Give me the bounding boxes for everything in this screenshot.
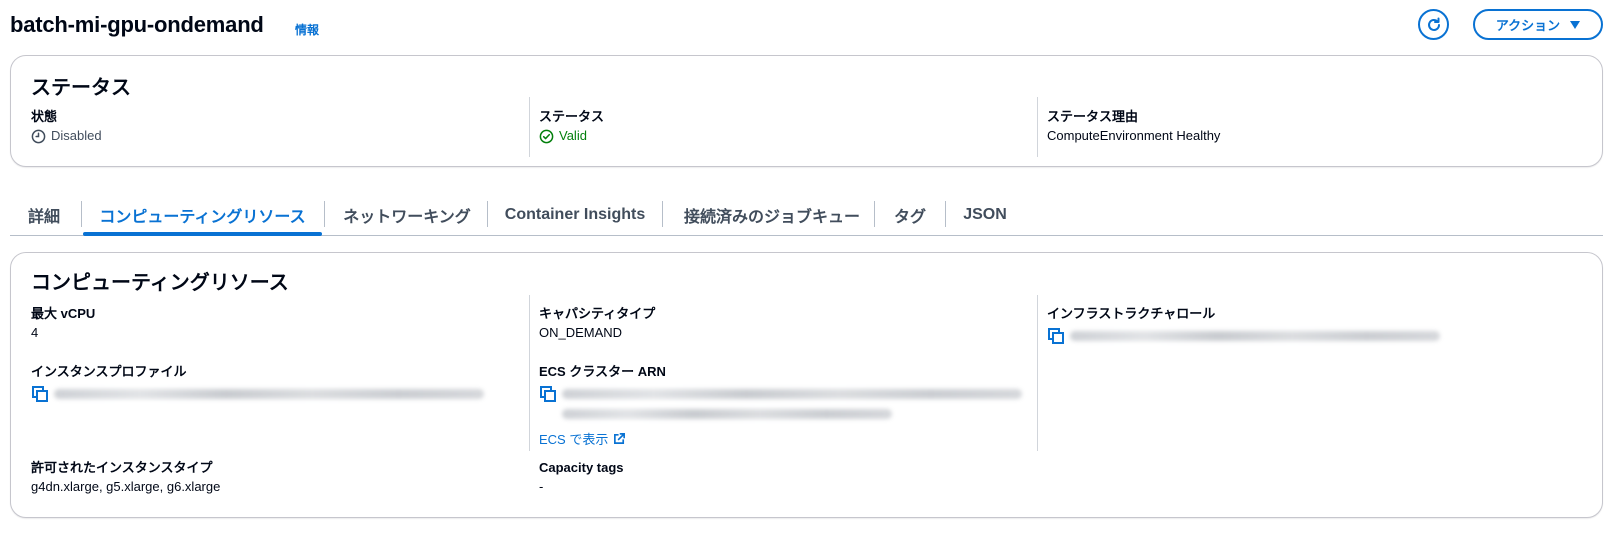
max-vcpu-label: 最大 vCPU [31, 306, 96, 321]
status-panel-title: ステータス [31, 77, 131, 99]
tab-separator [324, 201, 325, 227]
tab-networking[interactable]: ネットワーキング [328, 194, 486, 235]
clock-icon [31, 129, 46, 143]
tab-tags[interactable]: タグ [882, 194, 938, 235]
max-vcpu-value: 4 [31, 325, 39, 340]
tab-separator [487, 201, 488, 227]
redacted-ecs-cluster-arn [562, 385, 1022, 419]
instance-profile-label: インスタンスプロファイル [31, 364, 187, 379]
refresh-icon [1427, 17, 1440, 31]
status-reason-field: ステータス理由 ComputeEnvironment Healthy [1047, 108, 1220, 146]
check-circle-icon [539, 129, 554, 143]
tab-separator [81, 201, 82, 227]
tab-compute-resources[interactable]: コンピューティングリソース [83, 194, 322, 236]
state-field: 状態 Disabled [31, 108, 102, 146]
infrastructure-role-field: インフラストラクチャロール [1047, 305, 1440, 345]
infrastructure-role-label: インフラストラクチャロール [1047, 306, 1216, 321]
tab-bar: 詳細 コンピューティングリソース ネットワーキング Container Insi… [10, 194, 1603, 236]
ecs-cluster-arn-label: ECS クラスター ARN [539, 364, 666, 379]
infrastructure-role-value-row [1047, 327, 1440, 345]
view-in-ecs-label: ECS で表示 [539, 432, 609, 447]
actions-dropdown-button[interactable]: アクション [1473, 9, 1603, 40]
tab-separator [874, 201, 875, 227]
compute-divider-1 [529, 295, 530, 451]
info-link[interactable]: 情報 [295, 21, 319, 38]
capacity-type-label: キャパシティタイプ [539, 306, 656, 321]
tab-json[interactable]: JSON [954, 194, 1016, 235]
state-value-row: Disabled [31, 126, 102, 146]
page-header: batch-mi-gpu-ondemand 情報 アクション [10, 8, 1603, 42]
status-reason-value: ComputeEnvironment Healthy [1047, 128, 1221, 143]
caret-down-icon [1570, 20, 1581, 29]
tab-connected-job-queues[interactable]: 接続済みのジョブキュー [670, 194, 874, 235]
instance-profile-value-row [31, 385, 484, 403]
copy-icon[interactable] [1047, 327, 1065, 345]
status-divider-2 [1037, 97, 1038, 157]
status-value-row: Valid [539, 126, 604, 146]
allowed-instance-types-field: 許可されたインスタンスタイプ g4dn.xlarge, g5.xlarge, g… [31, 459, 220, 497]
view-in-ecs-link[interactable]: ECS で表示 [539, 429, 1029, 448]
state-value: Disabled [51, 128, 102, 143]
status-divider-1 [529, 97, 530, 157]
compute-resources-panel: コンピューティングリソース 最大 vCPU 4 インスタンスプロファイル 許可さ… [10, 252, 1603, 518]
instance-profile-field: インスタンスプロファイル [31, 363, 484, 403]
status-panel: ステータス 状態 Disabled ステータス Valid ステータス理由 Co… [10, 55, 1603, 167]
allowed-instance-types-label: 許可されたインスタンスタイプ [31, 460, 213, 475]
state-label: 状態 [31, 109, 58, 124]
status-reason-label: ステータス理由 [1047, 109, 1139, 124]
capacity-tags-field: Capacity tags - [539, 459, 624, 497]
capacity-type-field: キャパシティタイプ ON_DEMAND [539, 305, 655, 343]
compute-divider-2 [1037, 295, 1038, 451]
tab-separator [945, 201, 946, 227]
ecs-cluster-arn-field: ECS クラスター ARN ECS で表示 [539, 363, 1029, 448]
capacity-type-value: ON_DEMAND [539, 325, 623, 340]
status-label: ステータス [539, 109, 605, 124]
capacity-tags-label: Capacity tags [539, 460, 624, 475]
actions-label: アクション [1495, 18, 1561, 33]
ecs-cluster-arn-value-row [539, 385, 1029, 419]
tab-separator [662, 201, 663, 227]
copy-icon[interactable] [31, 385, 49, 403]
allowed-instance-types-value: g4dn.xlarge, g5.xlarge, g6.xlarge [31, 479, 221, 494]
max-vcpu-field: 最大 vCPU 4 [31, 305, 95, 343]
page-title: batch-mi-gpu-ondemand [10, 12, 264, 37]
external-link-icon [614, 433, 626, 444]
redacted-infrastructure-role-arn [1070, 331, 1440, 341]
status-field: ステータス Valid [539, 108, 604, 146]
copy-icon[interactable] [539, 385, 557, 403]
tab-details[interactable]: 詳細 [18, 194, 70, 235]
refresh-button[interactable] [1418, 9, 1449, 40]
compute-panel-title: コンピューティングリソース [31, 272, 289, 294]
redacted-instance-profile-arn [54, 389, 484, 399]
status-value: Valid [559, 128, 587, 143]
capacity-tags-value: - [539, 479, 544, 494]
tab-container-insights[interactable]: Container Insights [496, 194, 654, 235]
